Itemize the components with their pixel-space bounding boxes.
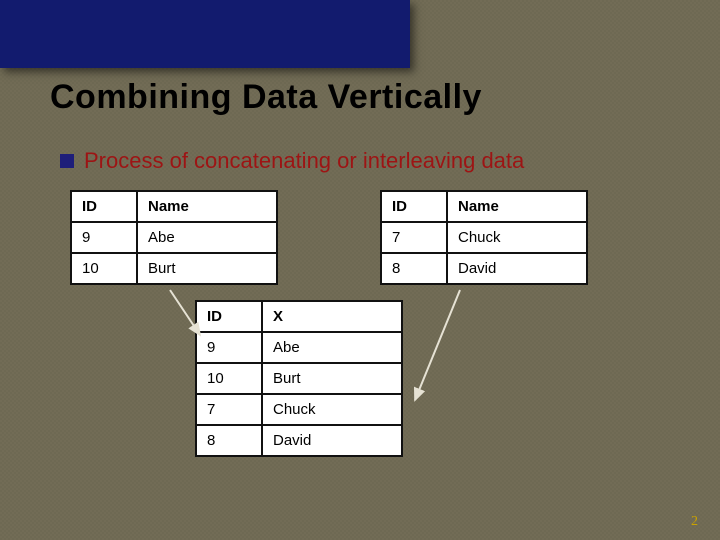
square-bullet-icon	[60, 154, 74, 168]
cell-id: 9	[196, 332, 262, 363]
table-row: 9 Abe	[71, 222, 277, 253]
table-row: 7 Chuck	[196, 394, 402, 425]
bullet-text: Process of concatenating or interleaving…	[84, 148, 524, 174]
col-header-name: Name	[447, 191, 587, 222]
table-row: 10 Burt	[71, 253, 277, 284]
col-header-id: ID	[196, 301, 262, 332]
result-table: ID X 9 Abe 10 Burt 7 Chuck 8 David	[195, 300, 403, 457]
cell-name: Burt	[137, 253, 277, 284]
cell-id: 8	[381, 253, 447, 284]
page-number: 2	[691, 514, 698, 530]
table-row: 7 Chuck	[381, 222, 587, 253]
col-header-id: ID	[381, 191, 447, 222]
table-row: 10 Burt	[196, 363, 402, 394]
header-accent-box	[0, 0, 410, 68]
cell-id: 10	[71, 253, 137, 284]
cell-id: 8	[196, 425, 262, 456]
col-header-x: X	[262, 301, 402, 332]
cell-name: Abe	[137, 222, 277, 253]
table-row: 9 Abe	[196, 332, 402, 363]
cell-x: David	[262, 425, 402, 456]
col-header-name: Name	[137, 191, 277, 222]
source-table-right: ID Name 7 Chuck 8 David	[380, 190, 588, 285]
col-header-id: ID	[71, 191, 137, 222]
cell-name: David	[447, 253, 587, 284]
cell-id: 7	[196, 394, 262, 425]
cell-id: 10	[196, 363, 262, 394]
table-header-row: ID Name	[381, 191, 587, 222]
table-row: 8 David	[381, 253, 587, 284]
cell-x: Chuck	[262, 394, 402, 425]
table-header-row: ID X	[196, 301, 402, 332]
cell-name: Chuck	[447, 222, 587, 253]
bullet-item: Process of concatenating or interleaving…	[60, 148, 524, 174]
source-table-left: ID Name 9 Abe 10 Burt	[70, 190, 278, 285]
table-row: 8 David	[196, 425, 402, 456]
cell-x: Burt	[262, 363, 402, 394]
cell-id: 7	[381, 222, 447, 253]
table-header-row: ID Name	[71, 191, 277, 222]
cell-id: 9	[71, 222, 137, 253]
cell-x: Abe	[262, 332, 402, 363]
slide-title: Combining Data Vertically	[50, 78, 482, 117]
